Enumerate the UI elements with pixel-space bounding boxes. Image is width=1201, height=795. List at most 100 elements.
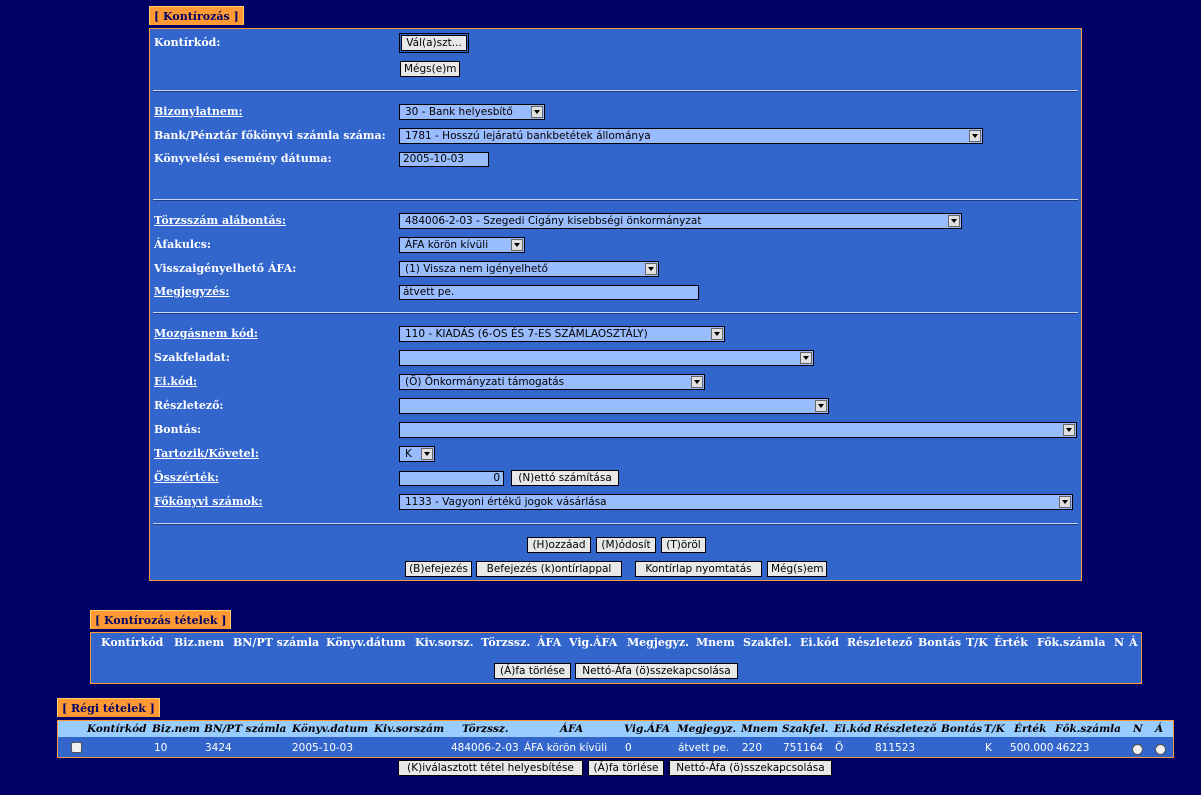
a-radio[interactable] xyxy=(1155,744,1166,755)
hozzaad-button[interactable]: (H)ozzáad xyxy=(527,537,591,553)
megjegyzes-input[interactable]: átvett pe. xyxy=(399,285,699,300)
chevron-down-icon xyxy=(421,448,433,460)
helyesbites-button[interactable]: (K)iválasztott tétel helyesbítése xyxy=(398,760,583,776)
torzsszam-value: 484006-2-03 - Szegedi Cigány kisebbségi … xyxy=(405,215,702,227)
regi-header: Kiv.sorszám xyxy=(374,723,445,735)
regi-panel: Kontírkód Biz.nem BN/PT számla Könyv.dat… xyxy=(57,720,1174,758)
megsem-button[interactable]: Mégs(e)m xyxy=(400,61,460,77)
netto-afa-osszekapcsolasa-button[interactable]: Nettó-Áfa (ö)sszekapcsolása xyxy=(575,663,738,679)
chevron-down-icon xyxy=(1059,496,1071,508)
torzsszam-label[interactable]: Törzsszám alábontás: xyxy=(154,214,286,227)
regi-header: Mnem xyxy=(741,723,779,735)
datum-label: Könyvelési esemény dátuma: xyxy=(154,152,332,165)
afakulcs-value: ÁFA körön kívüli xyxy=(405,239,489,251)
afakulcs-label: Áfakulcs: xyxy=(154,238,211,251)
vissza-select[interactable]: (1) Vissza nem igényelhető xyxy=(399,261,659,277)
megsem-button-2[interactable]: Még(s)em xyxy=(767,561,827,577)
kontirozas-tab: [ Kontírozás ] xyxy=(149,6,244,25)
regi-header: Vig.ÁFA xyxy=(624,723,671,735)
osszertek-label[interactable]: Összérték: xyxy=(154,471,219,484)
szakfeladat-select[interactable] xyxy=(399,350,814,366)
regi-cell: 46223 xyxy=(1056,742,1090,754)
torzsszam-select[interactable]: 484006-2-03 - Szegedi Cigány kisebbségi … xyxy=(399,213,962,229)
osszertek-input[interactable]: 0 xyxy=(399,471,504,486)
divider xyxy=(153,523,1078,525)
chevron-down-icon xyxy=(711,328,723,340)
befejezes-button[interactable]: (B)efejezés xyxy=(405,561,472,577)
datum-input[interactable]: 2005-10-03 xyxy=(399,152,489,167)
regi-header: Megjegyz. xyxy=(677,723,737,735)
afa-torlese-button[interactable]: (Á)fa törlése xyxy=(494,663,571,679)
fokonyv-select[interactable]: 1133 - Vagyoni értékű jogok vásárlása xyxy=(399,494,1073,510)
tetelek-header: Részletező xyxy=(847,636,913,649)
regi-header: Részletező xyxy=(874,723,937,735)
megjegyzes-label[interactable]: Megjegyzés: xyxy=(154,285,229,298)
chevron-down-icon xyxy=(815,400,827,412)
chevron-down-icon xyxy=(948,215,960,227)
chevron-down-icon xyxy=(511,239,523,251)
tetelek-header: BN/PT számla xyxy=(233,636,320,649)
bizonylatnem-label[interactable]: Bizonylatnem: xyxy=(154,105,243,118)
kontirlap-nyomtatas-button[interactable]: Kontírlap nyomtatás xyxy=(635,561,762,577)
mozgasnem-label[interactable]: Mozgásnem kód: xyxy=(154,327,258,340)
regi-header: Törzssz. xyxy=(462,723,509,735)
chevron-down-icon xyxy=(691,376,703,388)
regi-header: Érték xyxy=(1014,723,1047,735)
eikod-select[interactable]: (Ö) Önkormányzati támogatás xyxy=(399,374,705,390)
tetelek-header: Kiv.sorsz. xyxy=(415,636,474,649)
valaszt-button[interactable]: Vál(a)szt... xyxy=(399,33,469,53)
tetelek-header: Bontás xyxy=(918,636,962,649)
divider xyxy=(153,90,1078,92)
regi-afa-torlese-button[interactable]: (Á)fa törlése xyxy=(588,760,664,776)
regi-cell: 2005-10-03 xyxy=(292,742,354,754)
row-select-checkbox[interactable] xyxy=(71,742,82,753)
tetelek-header: Kontírkód xyxy=(101,636,164,649)
tetelek-header: Mnem xyxy=(696,636,735,649)
bank-select[interactable]: 1781 - Hosszú lejáratú bankbetétek állom… xyxy=(399,128,983,144)
eikod-value: (Ö) Önkormányzati támogatás xyxy=(405,376,565,388)
regi-cell: 484006-2-03 xyxy=(451,742,519,754)
regi-cell: 751164 xyxy=(783,742,824,754)
modosit-button[interactable]: (M)ódosít xyxy=(596,537,656,553)
chevron-down-icon xyxy=(645,263,657,275)
tetelek-header: Szakfel. xyxy=(743,636,792,649)
mozgasnem-value: 110 - KIADÁS (6-OS ÉS 7-ES SZÁMLAOSZTÁLY… xyxy=(405,328,648,340)
regi-cell: K xyxy=(985,742,992,754)
regi-header: Fők.számla xyxy=(1055,723,1121,735)
regi-netto-afa-osszekapcsolasa-button[interactable]: Nettó-Áfa (ö)sszekapcsolása xyxy=(669,760,832,776)
regi-cell: 0 xyxy=(625,742,632,754)
vissza-label: Visszaigényelhető ÁFA: xyxy=(154,262,297,275)
bizonylatnem-select[interactable]: 30 - Bank helyesbítő xyxy=(399,104,545,120)
tetelek-header: Megjegyz. xyxy=(627,636,690,649)
regi-header: N xyxy=(1133,723,1143,735)
befejezes-kontirlap-button[interactable]: Befejezés (k)ontírlappal xyxy=(476,561,622,577)
bank-label: Bank/Pénztár főkönyvi számla száma: xyxy=(154,129,386,142)
torol-button[interactable]: (T)öröl xyxy=(661,537,706,553)
tetelek-header: Ei.kód xyxy=(800,636,840,649)
kontirkod-label: Kontírkód: xyxy=(154,36,221,49)
eikod-label[interactable]: Ei.kód: xyxy=(154,375,197,388)
tk-label[interactable]: Tartozik/Követel: xyxy=(154,447,259,460)
regi-header: Ei.kód xyxy=(834,723,872,735)
mozgasnem-select[interactable]: 110 - KIADÁS (6-OS ÉS 7-ES SZÁMLAOSZTÁLY… xyxy=(399,326,725,342)
regi-cell: ÁFA körön kívüli xyxy=(524,742,608,754)
netto-szamitas-button[interactable]: (N)ettó számítása xyxy=(511,470,619,486)
n-radio[interactable] xyxy=(1132,744,1143,755)
tetelek-panel: Kontírkód Biz.nem BN/PT számla Könyv.dát… xyxy=(90,632,1142,684)
reszletezo-select[interactable] xyxy=(399,398,829,414)
fokonyv-label[interactable]: Főkönyvi számok: xyxy=(154,495,263,508)
afakulcs-select[interactable]: ÁFA körön kívüli xyxy=(399,237,525,253)
regi-cell: 500.000 xyxy=(1010,742,1054,754)
divider xyxy=(153,312,1078,314)
tetelek-header: Törzssz. xyxy=(481,636,531,649)
bontas-select[interactable] xyxy=(399,422,1077,438)
regi-header: T/K xyxy=(984,723,1005,735)
regi-header: ÁFA xyxy=(560,723,584,735)
regi-cell: 811523 xyxy=(875,742,916,754)
fokonyv-value: 1133 - Vagyoni értékű jogok vásárlása xyxy=(405,496,607,508)
tk-select[interactable]: K xyxy=(399,446,435,462)
tetelek-header: N xyxy=(1114,636,1125,649)
regi-header: Kontírkód xyxy=(87,723,147,735)
kontirozas-panel: Kontírkód: Vál(a)szt... Mégs(e)m Bizonyl… xyxy=(149,28,1082,581)
tetelek-header: ÁFA xyxy=(537,636,562,649)
